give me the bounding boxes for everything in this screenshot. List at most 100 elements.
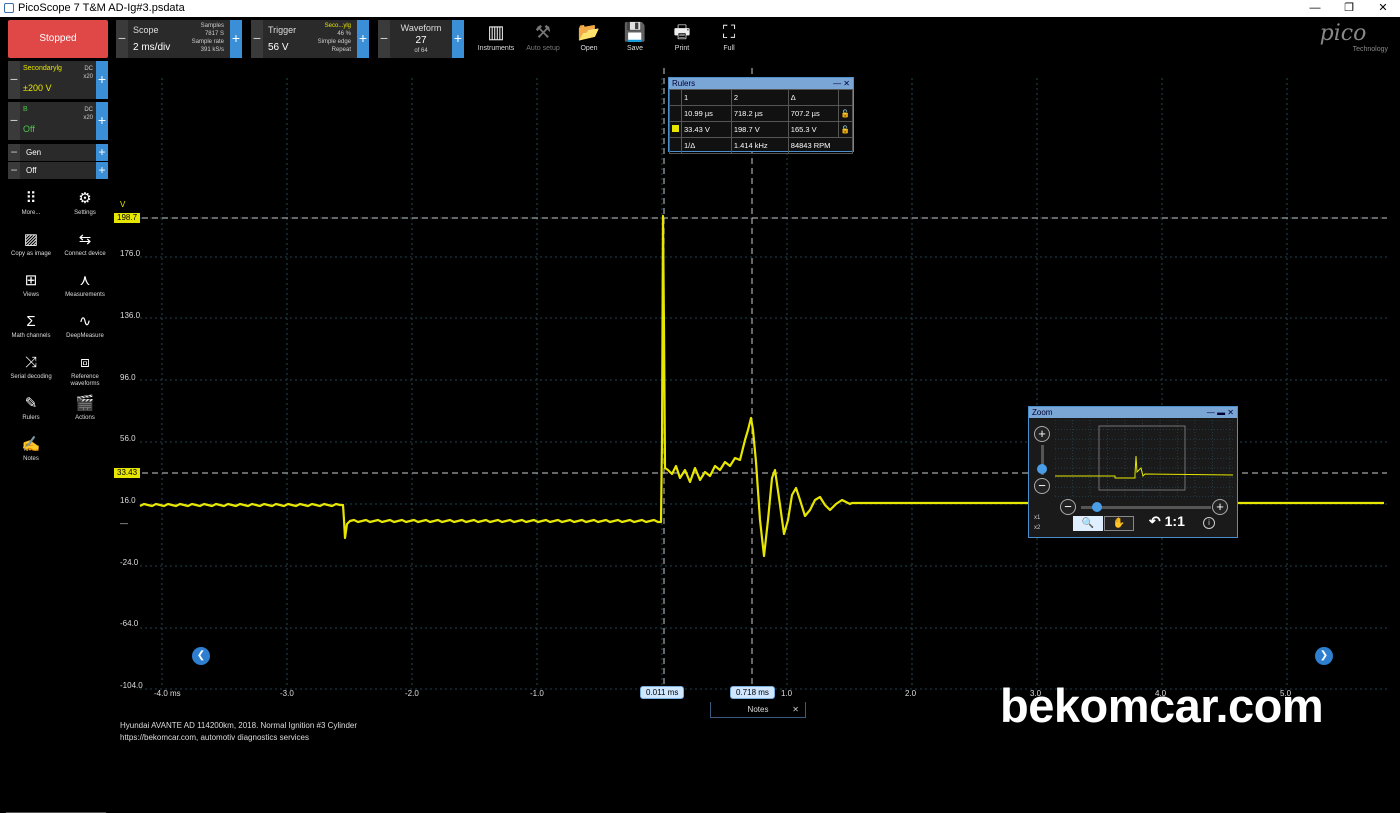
channel-b-name: B bbox=[23, 106, 28, 113]
views-label: Views bbox=[23, 292, 39, 298]
serial-decoding-button[interactable]: ⤨ Serial decoding bbox=[3, 352, 59, 392]
generator-off-decrease-button[interactable]: − bbox=[8, 162, 20, 179]
rulers-window[interactable]: Rulers — ✕ 1 2 Δ 10.99 µs 718.2 µs 707.2… bbox=[668, 77, 854, 154]
trigger-mode: Repeat bbox=[331, 47, 351, 53]
lock-icon[interactable]: 🔓 bbox=[837, 121, 854, 138]
channel-b-increase-button[interactable]: + bbox=[96, 102, 108, 140]
print-icon: 🖶 bbox=[673, 22, 691, 42]
scope-decrease-button[interactable]: − bbox=[116, 20, 128, 58]
zoom-tool-button[interactable]: 🔍 bbox=[1073, 516, 1103, 531]
views-icon: ⊞ bbox=[24, 272, 38, 289]
rulers-window-controls[interactable]: — ✕ bbox=[833, 78, 850, 89]
zoom-reset-button[interactable]: ↶ 1:1 bbox=[1149, 513, 1185, 530]
actions-button[interactable]: 🎬 Actions bbox=[57, 393, 113, 433]
instruments-icon: ▥ bbox=[487, 22, 505, 42]
fullscreen-icon: ⛶ bbox=[722, 22, 736, 42]
waveform-next-button[interactable]: + bbox=[452, 20, 464, 58]
close-button[interactable]: ✕ bbox=[1366, 0, 1400, 17]
more-button[interactable]: ⠿ More... bbox=[3, 188, 59, 228]
channel-b-coupling: DC x20 bbox=[83, 107, 93, 121]
y-tick: -104.0 bbox=[120, 681, 143, 690]
scope-graph[interactable] bbox=[112, 60, 1400, 702]
connect-device-button[interactable]: ⇆ Connect device bbox=[57, 229, 113, 269]
settings-button[interactable]: ⚙ Settings bbox=[57, 188, 113, 228]
generator-state-row[interactable]: − Off + bbox=[8, 162, 108, 179]
scope-increase-button[interactable]: + bbox=[230, 20, 242, 58]
zoom-out-horizontal-button[interactable]: − bbox=[1060, 499, 1076, 515]
trigger-panel[interactable]: Trigger 56 V Seco...ylg 46 % Simple edge… bbox=[263, 20, 357, 58]
views-button[interactable]: ⊞ Views bbox=[3, 270, 59, 310]
zoom-window[interactable]: Zoom — ▬ ✕ + − − + x1 x2 🔍 ✋ ↶ 1:1 i bbox=[1028, 406, 1238, 538]
reference-waveforms-button[interactable]: ⧈ Reference waveforms bbox=[57, 352, 113, 392]
rulers-title-bar[interactable]: Rulers — ✕ bbox=[669, 78, 853, 89]
save-button[interactable]: 💾 Save bbox=[611, 19, 659, 59]
zoom-out-vertical-button[interactable]: − bbox=[1034, 478, 1050, 494]
generator-decrease-button[interactable]: − bbox=[8, 144, 20, 161]
channel-a-increase-button[interactable]: + bbox=[96, 61, 108, 99]
ruler-icon: ✎ bbox=[24, 395, 38, 412]
trigger-decrease-button[interactable]: − bbox=[251, 20, 263, 58]
previous-waveform-arrow[interactable]: ❮ bbox=[192, 647, 210, 665]
next-waveform-arrow[interactable]: ❯ bbox=[1315, 647, 1333, 665]
notes-button[interactable]: ✍ Notes bbox=[3, 434, 59, 474]
channel-a-decrease-button[interactable]: − bbox=[8, 61, 20, 99]
run-stop-button[interactable]: Stopped bbox=[8, 20, 108, 58]
zoom-x2-label: x2 bbox=[1034, 525, 1041, 531]
scope-grid bbox=[140, 78, 1387, 690]
notes-tab[interactable]: Notes ✕ bbox=[710, 702, 806, 718]
generator-name-row[interactable]: − Gen + bbox=[8, 144, 108, 161]
channel-b-panel[interactable]: − B Off DC x20 + bbox=[8, 102, 108, 140]
open-button[interactable]: 📂 Open bbox=[565, 19, 613, 59]
rulers-volt-2: 198.7 V bbox=[730, 121, 789, 138]
zoom-window-controls[interactable]: — ▬ ✕ bbox=[1207, 407, 1234, 418]
deepmeasure-button[interactable]: ∿ DeepMeasure bbox=[57, 311, 113, 351]
pan-tool-button[interactable]: ✋ bbox=[1104, 516, 1134, 531]
minimize-button[interactable]: — bbox=[1298, 0, 1332, 17]
ruler-marker-mid[interactable]: 33.43 bbox=[114, 468, 141, 478]
channel-b-decrease-button[interactable]: − bbox=[8, 102, 20, 140]
waveform-panel[interactable]: Waveform 27 of 64 bbox=[390, 20, 452, 58]
full-screen-button[interactable]: ⛶ Full bbox=[705, 19, 753, 59]
scope-view[interactable] bbox=[112, 60, 1400, 702]
generator-increase-button[interactable]: + bbox=[96, 144, 108, 161]
math-channels-label: Math channels bbox=[11, 333, 51, 339]
app-icon bbox=[4, 3, 14, 13]
clapper-icon: 🎬 bbox=[75, 395, 95, 412]
zoom-title-bar[interactable]: Zoom — ▬ ✕ bbox=[1029, 407, 1237, 418]
generator-off-increase-button[interactable]: + bbox=[96, 162, 108, 179]
rulers-volt-1: 33.43 V bbox=[681, 121, 732, 138]
notes-text[interactable]: Hyundai AVANTE AD 114200km, 2018. Normal… bbox=[120, 720, 357, 744]
info-icon[interactable]: i bbox=[1203, 517, 1215, 529]
rulers-frequency: 1.414 kHz bbox=[730, 137, 789, 154]
math-channels-button[interactable]: Σ Math channels bbox=[3, 311, 59, 351]
folder-icon: 📂 bbox=[577, 22, 601, 42]
generator-name: Gen bbox=[26, 148, 42, 157]
channel-a-panel[interactable]: − Secondarylg ±200 V DC x20 + bbox=[8, 61, 108, 99]
y-tick: -64.0 bbox=[120, 619, 139, 628]
auto-setup-button[interactable]: ⚒ Auto setup bbox=[519, 19, 567, 59]
ruler-2-time-label[interactable]: 0.718 ms bbox=[730, 686, 775, 699]
lock-icon[interactable]: 🔓 bbox=[837, 105, 854, 122]
ruler-marker-top[interactable]: 198.7 bbox=[114, 213, 141, 223]
zoom-in-vertical-button[interactable]: + bbox=[1034, 426, 1050, 442]
scope-panel[interactable]: Scope 2 ms/div Samples 7817 S Sample rat… bbox=[128, 20, 230, 58]
copy-as-image-button[interactable]: ▨ Copy as image bbox=[3, 229, 59, 269]
zoom-in-horizontal-button[interactable]: + bbox=[1212, 499, 1228, 515]
zoom-overview[interactable] bbox=[1055, 420, 1233, 498]
restore-button[interactable]: ❐ bbox=[1332, 0, 1366, 17]
gear-icon: ⚙ bbox=[78, 190, 92, 207]
horizontal-zoom-thumb[interactable] bbox=[1092, 502, 1102, 512]
channel-a-name: Secondarylg bbox=[23, 65, 62, 72]
undo-icon: ↶ bbox=[1149, 513, 1161, 529]
vertical-zoom-thumb[interactable] bbox=[1037, 464, 1047, 474]
rulers-button[interactable]: ✎ Rulers bbox=[3, 393, 59, 433]
notes-close-icon[interactable]: ✕ bbox=[792, 702, 799, 718]
waveform-previous-button[interactable]: − bbox=[378, 20, 390, 58]
instruments-button[interactable]: ▥ Instruments bbox=[472, 19, 520, 59]
copy-as-image-label: Copy as image bbox=[10, 251, 52, 257]
print-button[interactable]: 🖶 Print bbox=[658, 19, 706, 59]
notes-line-1: Hyundai AVANTE AD 114200km, 2018. Normal… bbox=[120, 721, 358, 730]
ruler-1-time-label[interactable]: 0.011 ms bbox=[640, 686, 685, 699]
measurements-button[interactable]: ⋏ Measurements bbox=[57, 270, 113, 310]
trigger-increase-button[interactable]: + bbox=[357, 20, 369, 58]
